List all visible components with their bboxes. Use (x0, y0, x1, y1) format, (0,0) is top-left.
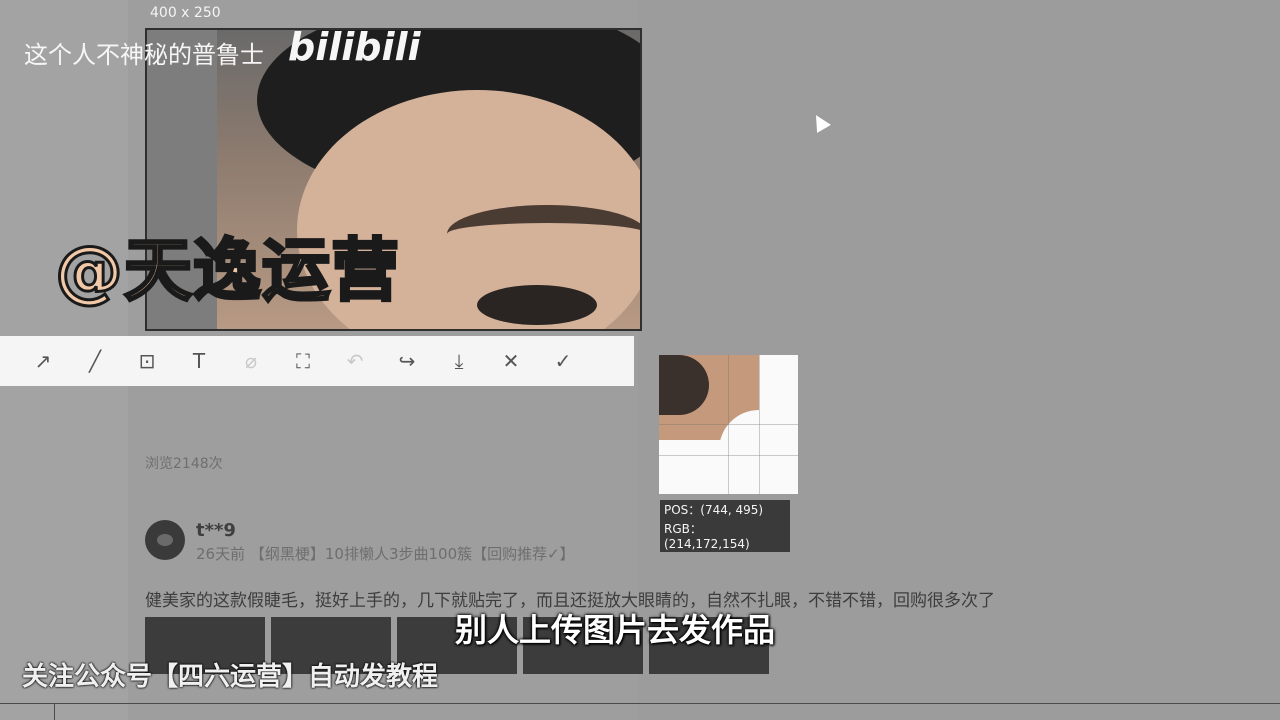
eraser-tool[interactable]: ⌀ (225, 336, 277, 386)
share-tool[interactable]: ↪ (381, 336, 433, 386)
video-subtitle: 别人上传图片去发作品 (455, 611, 776, 649)
follow-caption: 关注公众号【四六运营】自动发教程 (22, 662, 439, 692)
photo-brow (447, 205, 640, 263)
divider (54, 703, 55, 720)
close-icon: ✕ (502, 349, 520, 373)
mosaic-icon: ⊡ (138, 349, 156, 373)
arrow-icon: ↗ (34, 349, 52, 373)
divider (0, 703, 1280, 704)
confirm-tool[interactable]: ✓ (537, 336, 589, 386)
undo-icon: ↶ (346, 349, 364, 373)
selection-size-label: 400 x 250 (150, 5, 221, 21)
cursor-position-readout: POS：(744, 495) (660, 500, 790, 519)
photo-eye (477, 285, 597, 325)
ocr-icon: ⛶ (296, 349, 310, 373)
share-icon: ↪ (398, 349, 416, 373)
review-meta: 26天前 【纲黑梗】10排懒人3步曲100簇【回购推荐✓】 (196, 545, 575, 563)
pixel-magnifier (659, 355, 798, 494)
avatar[interactable] (145, 520, 185, 560)
save-tool[interactable]: ⤓ (433, 336, 485, 386)
ocr-tool[interactable]: ⛶ (277, 336, 329, 386)
cancel-tool[interactable]: ✕ (485, 336, 537, 386)
review-username[interactable]: t**9 (196, 520, 236, 541)
eraser-icon: ⌀ (244, 349, 258, 373)
download-icon: ⤓ (454, 349, 464, 373)
watermark-text: @天逸运营 (53, 231, 401, 313)
channel-name: 这个人不神秘的普鲁士 (24, 41, 264, 69)
text-icon: T (192, 349, 206, 373)
view-count: 浏览2148次 (145, 456, 223, 472)
pixel-color-readout: RGB：(214,172,154) (660, 519, 790, 552)
line-icon: ╱ (88, 349, 102, 373)
line-tool[interactable]: ╱ (69, 336, 121, 386)
text-tool[interactable]: T (173, 336, 225, 386)
arrow-tool[interactable]: ↗ (17, 336, 69, 386)
mosaic-tool[interactable]: ⊡ (121, 336, 173, 386)
undo-tool[interactable]: ↶ (329, 336, 381, 386)
bilibili-logo: bilibili (288, 25, 421, 69)
check-icon: ✓ (554, 349, 572, 373)
screenshot-toolbar: ↗ ╱ ⊡ T ⌀ ⛶ ↶ ↪ ⤓ ✕ ✓ (0, 336, 634, 386)
